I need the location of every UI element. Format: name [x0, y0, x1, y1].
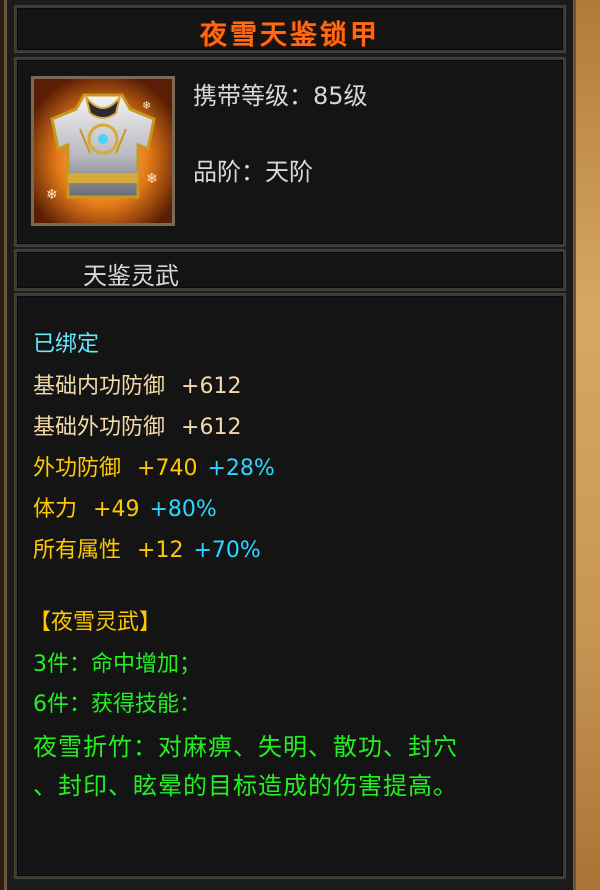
item-subtitle: 天鉴灵武: [83, 262, 179, 290]
armor-chestplate-icon[interactable]: ❄ ❄ ❄: [31, 76, 175, 226]
stat-row: 基础内功防御 +612: [33, 368, 241, 400]
stat-label: 外功防御: [33, 456, 122, 481]
stat-label: 所有属性: [33, 538, 122, 563]
stat-row: 基础外功防御 +612: [33, 409, 241, 441]
stat-value: +612: [181, 374, 242, 399]
item-name: 夜雪天鉴锁甲: [200, 20, 380, 51]
stat-percent: +28%: [207, 456, 275, 481]
set-skill-line-1: 夜雪折竹：对麻痹、失明、散功、封穴: [33, 733, 458, 761]
stat-value: +12: [137, 538, 184, 563]
set-skill-line-2: 、封印、眩晕的目标造成的伤害提高。: [33, 772, 458, 800]
title-bar: 夜雪天鉴锁甲: [15, 6, 565, 52]
stat-label: 基础外功防御: [33, 415, 166, 440]
stats-panel: 已绑定 基础内功防御 +612 基础外功防御 +612 外功防御 +740 +28% 体…: [15, 294, 565, 878]
svg-text:❄: ❄: [146, 171, 158, 187]
stat-percent: +80%: [149, 497, 217, 522]
stat-value: +49: [93, 497, 140, 522]
set-name: 【夜雪灵武】: [29, 610, 162, 635]
stat-label: 体力: [33, 497, 78, 522]
svg-text:❄: ❄: [46, 187, 58, 203]
bonus-stat-row: 所有属性 +12 +70%: [33, 532, 261, 564]
svg-text:❄: ❄: [142, 99, 151, 112]
stat-value: +740: [137, 456, 198, 481]
item-grade: 品阶：天阶: [193, 158, 313, 186]
bonus-stat-row: 外功防御 +740 +28%: [33, 450, 275, 482]
set-bonus-3: 3件：命中增加；: [33, 652, 201, 677]
stat-value: +612: [181, 415, 242, 440]
bound-status: 已绑定: [33, 332, 100, 357]
stat-label: 基础内功防御: [33, 374, 166, 399]
subtitle-bar: 天鉴灵武: [15, 250, 565, 290]
item-tooltip: 夜雪天鉴锁甲 ❄ ❄ ❄ 携带等级：85级 品阶：天阶 天鉴灵武 已绑定 基础内…: [4, 0, 576, 890]
set-bonus-6: 6件：获得技能：: [33, 692, 201, 717]
item-info-panel: ❄ ❄ ❄ 携带等级：85级 品阶：天阶: [15, 58, 565, 246]
carry-level: 携带等级：85级: [193, 82, 368, 110]
bonus-stat-row: 体力 +49 +80%: [33, 491, 217, 523]
stat-percent: +70%: [193, 538, 261, 563]
